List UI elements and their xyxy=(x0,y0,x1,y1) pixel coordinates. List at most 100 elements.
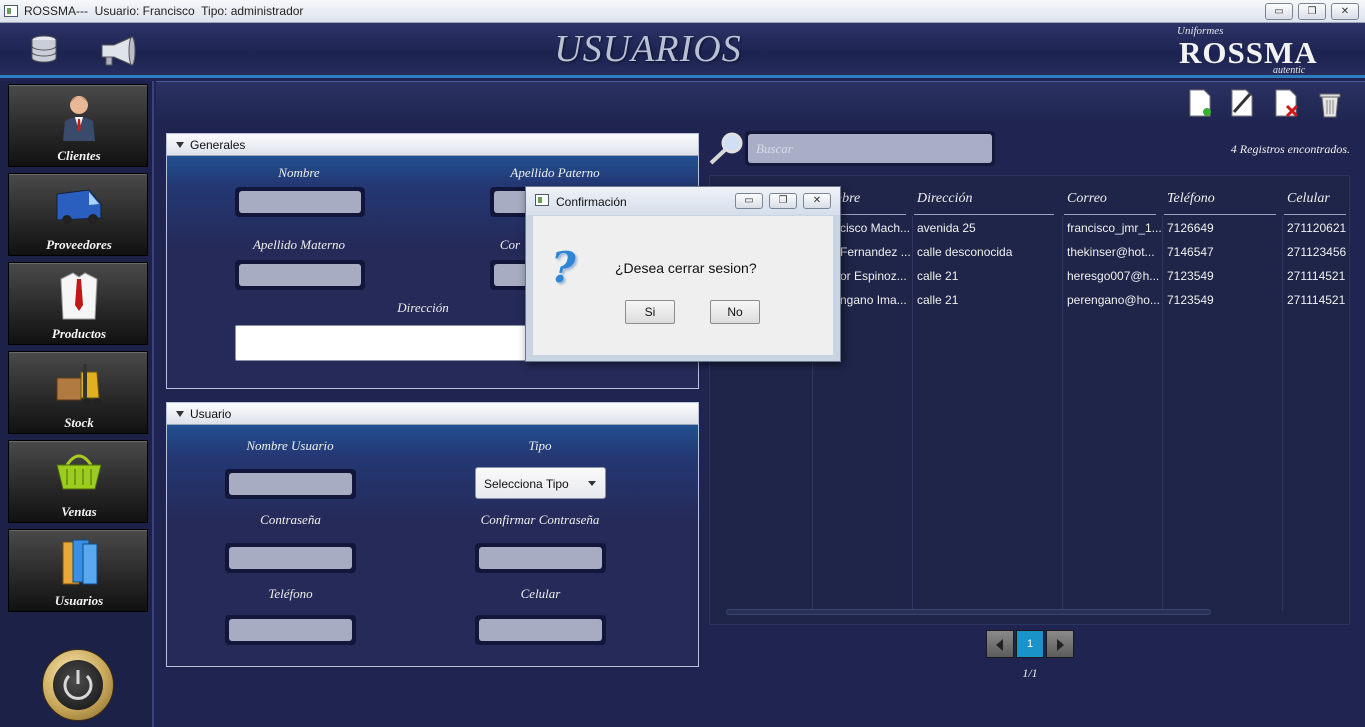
cell-direccion: calle 21 xyxy=(917,293,959,307)
app-icon xyxy=(535,194,549,206)
sidebar-item-label: Productos xyxy=(51,326,107,341)
horizontal-scrollbar[interactable] xyxy=(726,609,1211,615)
app-icon xyxy=(4,5,18,17)
contrasena-field[interactable] xyxy=(225,543,356,573)
sidebar-item-ventas[interactable]: Ventas xyxy=(8,440,148,523)
telefono-input[interactable] xyxy=(229,619,352,641)
folders-icon xyxy=(62,539,98,585)
trash-icon[interactable] xyxy=(1316,88,1344,118)
nombre-input[interactable] xyxy=(239,191,361,213)
column-header-telefono[interactable]: Teléfono xyxy=(1167,191,1215,207)
page-title: USUARIOS xyxy=(554,28,742,70)
dialog-close-button[interactable]: ✕ xyxy=(803,193,831,209)
sidebar: Clientes Proveedores Productos Stock Ven… xyxy=(0,81,154,727)
search-icon[interactable] xyxy=(708,130,746,166)
direccion-field[interactable] xyxy=(235,325,535,361)
apellido-materno-label: Apellido Materno xyxy=(252,237,346,252)
column-header-celular[interactable]: Celular xyxy=(1287,191,1330,207)
client-icon xyxy=(63,96,95,141)
sidebar-item-productos[interactable]: Productos xyxy=(8,262,148,345)
tipo-select-value: Selecciona Tipo xyxy=(484,477,569,491)
cell-nombre: ngano Ima... xyxy=(840,293,907,307)
page-info: 1/1 xyxy=(1022,666,1038,680)
window-titlebar: ROSSMA--- Usuario: Francisco Tipo: admin… xyxy=(0,0,1365,23)
search-field[interactable] xyxy=(745,131,995,166)
nombre-usuario-field[interactable] xyxy=(225,469,356,499)
cell-celular: 271123456 xyxy=(1287,245,1347,259)
dialog-titlebar[interactable]: Confirmación ▭ ❐ ✕ xyxy=(526,187,840,215)
confirmar-contrasena-field[interactable] xyxy=(475,543,606,573)
basket-icon xyxy=(56,454,102,490)
search-input[interactable] xyxy=(748,134,992,163)
cell-correo: heresgo007@h... xyxy=(1067,269,1160,283)
apellido-materno-input[interactable] xyxy=(239,264,361,286)
confirmar-contrasena-input[interactable] xyxy=(479,547,602,569)
direccion-label: Dirección xyxy=(397,300,449,315)
delete-document-icon[interactable] xyxy=(1272,88,1300,118)
page-1-button[interactable]: 1 xyxy=(1016,630,1044,658)
megaphone-icon[interactable] xyxy=(98,35,138,67)
question-icon: ? xyxy=(551,243,576,292)
next-page-button[interactable] xyxy=(1046,630,1074,658)
window-title: ROSSMA--- Usuario: Francisco Tipo: admin… xyxy=(24,4,304,18)
collapse-icon xyxy=(176,142,184,148)
telefono-field[interactable] xyxy=(225,615,356,645)
cell-correo: thekinser@hot... xyxy=(1067,245,1155,259)
panel-title: Generales xyxy=(190,138,246,152)
sidebar-item-label: Clientes xyxy=(57,148,101,163)
nombre-usuario-input[interactable] xyxy=(229,473,352,495)
column-divider xyxy=(1282,216,1283,611)
apellido-materno-field[interactable] xyxy=(235,260,365,290)
cell-telefono: 7123549 xyxy=(1167,293,1214,307)
contrasena-input[interactable] xyxy=(229,547,352,569)
no-button[interactable]: No xyxy=(710,300,760,324)
column-header-direccion[interactable]: Dirección xyxy=(917,191,972,207)
usuario-header[interactable]: Usuario xyxy=(167,403,698,425)
cell-direccion: calle desconocida xyxy=(917,245,1013,259)
edit-document-icon[interactable] xyxy=(1228,88,1256,118)
nombre-field[interactable] xyxy=(235,187,365,217)
rossma-logo: Uniformes ROSSMA autentic xyxy=(1175,25,1325,77)
cell-nombre: Fernandez ... xyxy=(840,245,910,259)
database-icon[interactable] xyxy=(30,35,58,63)
minimize-button[interactable]: ▭ xyxy=(1265,3,1293,20)
header-divider xyxy=(1164,214,1276,215)
nombre-usuario-label: Nombre Usuario xyxy=(246,438,334,453)
column-divider xyxy=(1062,216,1063,611)
cell-correo: perengano@ho... xyxy=(1067,293,1160,307)
sidebar-item-proveedores[interactable]: Proveedores xyxy=(8,173,148,256)
celular-label: Celular xyxy=(520,586,561,601)
confirm-dialog: Confirmación ▭ ❐ ✕ ? ¿Desea cerrar sesio… xyxy=(525,186,841,362)
previous-page-button[interactable] xyxy=(986,630,1014,658)
generales-header[interactable]: Generales xyxy=(167,134,698,156)
sidebar-item-clientes[interactable]: Clientes xyxy=(8,84,148,167)
close-button[interactable]: ✕ xyxy=(1331,3,1359,20)
power-button[interactable] xyxy=(42,649,114,721)
dialog-minimize-button[interactable]: ▭ xyxy=(735,193,763,209)
cell-direccion: calle 21 xyxy=(917,269,959,283)
maximize-button[interactable]: ❐ xyxy=(1298,3,1326,20)
dialog-maximize-button[interactable]: ❐ xyxy=(769,193,797,209)
confirmar-contrasena-label: Confirmar Contraseña xyxy=(480,512,600,527)
cell-telefono: 7126649 xyxy=(1167,221,1214,235)
celular-input[interactable] xyxy=(479,619,602,641)
sidebar-item-stock[interactable]: Stock xyxy=(8,351,148,434)
column-header-correo[interactable]: Correo xyxy=(1067,191,1107,207)
telefono-label: Teléfono xyxy=(268,586,313,601)
direccion-input[interactable] xyxy=(236,326,534,360)
sidebar-item-label: Proveedores xyxy=(46,237,112,252)
chevron-down-icon xyxy=(588,481,596,486)
cell-celular: 271120621 xyxy=(1287,221,1347,235)
tipo-select[interactable]: Selecciona Tipo xyxy=(475,467,606,499)
cell-nombre: cisco Mach... xyxy=(840,221,910,235)
records-count: 4 Registros encontrados. xyxy=(1230,142,1350,156)
sidebar-item-label: Usuarios xyxy=(54,593,104,608)
yes-button[interactable]: Si xyxy=(625,300,675,324)
cell-nombre: or Espinoz... xyxy=(840,269,907,283)
new-document-icon[interactable] xyxy=(1186,88,1214,118)
contrasena-label: Contraseña xyxy=(260,512,321,527)
header-divider xyxy=(1284,214,1346,215)
sidebar-item-usuarios[interactable]: Usuarios xyxy=(8,529,148,612)
celular-field[interactable] xyxy=(475,615,606,645)
cell-direccion: avenida 25 xyxy=(917,221,976,235)
